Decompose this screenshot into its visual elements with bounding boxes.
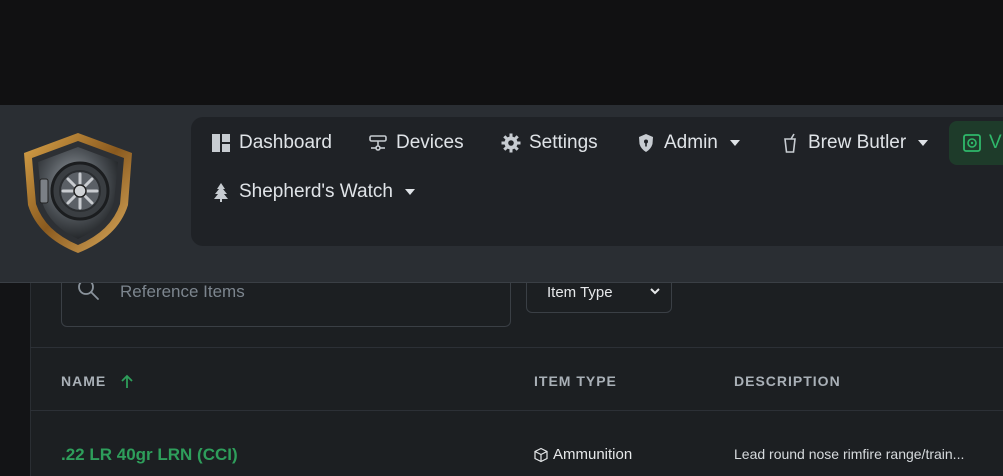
search-placeholder: Reference Items	[120, 282, 245, 301]
caret-down-icon	[918, 140, 929, 146]
column-header-description[interactable]: DESCRIPTION	[734, 373, 841, 389]
nav-vault-item[interactable]: V	[949, 121, 1003, 165]
caret-down-icon	[404, 189, 415, 195]
table-row: .22 LR 40gr LRN (CCI) Ammunition Lead ro…	[30, 411, 1003, 476]
dashboard-icon	[212, 134, 230, 152]
nav-brew-butler-label: Brew Butler	[808, 132, 907, 153]
left-gutter	[0, 250, 30, 476]
gear-icon	[501, 133, 521, 153]
devices-icon	[369, 135, 387, 151]
arrow-up-icon[interactable]	[121, 373, 133, 389]
row-description: Lead round nose rimfire range/train...	[734, 446, 965, 462]
cup-icon	[784, 133, 796, 153]
nav-shepherds-watch-label: Shepherd's Watch	[239, 181, 393, 202]
nav-brew-butler-dropdown[interactable]: Brew Butler	[780, 128, 929, 158]
nav-vault-label: V	[989, 132, 1002, 153]
tree-icon	[214, 183, 228, 202]
vault-shield-logo[interactable]	[14, 129, 142, 257]
column-header-name[interactable]: NAME	[61, 373, 106, 389]
nav-settings-label: Settings	[529, 132, 598, 153]
safe-icon	[963, 134, 981, 152]
table-header: NAME ITEM TYPE DESCRIPTION	[30, 347, 1003, 411]
row-item-type-label: Ammunition	[553, 446, 633, 463]
row-item-type: Ammunition	[533, 446, 632, 463]
nav-settings[interactable]: Settings	[501, 128, 598, 158]
row-name-link[interactable]: .22 LR 40gr LRN (CCI)	[61, 445, 238, 465]
nav-dashboard-label: Dashboard	[239, 132, 332, 153]
column-header-item-type[interactable]: ITEM TYPE	[534, 373, 617, 389]
top-header: Dashboard Devices Settings Admin Brew Bu…	[0, 105, 1003, 283]
main-nav: Dashboard Devices Settings Admin Brew Bu…	[191, 117, 1003, 246]
item-type-select-label: Item Type	[547, 284, 613, 301]
chevron-down-icon	[650, 288, 660, 295]
shield-icon	[639, 134, 653, 152]
nav-admin-dropdown[interactable]: Admin	[636, 128, 740, 158]
nav-devices[interactable]: Devices	[368, 128, 464, 158]
app-window: Reference Items Item Type NAME ITEM TYPE…	[0, 0, 1003, 476]
nav-devices-label: Devices	[396, 132, 464, 153]
caret-down-icon	[729, 140, 740, 146]
box-icon	[534, 447, 548, 462]
nav-shepherds-watch-dropdown[interactable]: Shepherd's Watch	[211, 177, 415, 207]
nav-admin-label: Admin	[664, 132, 718, 153]
nav-dashboard[interactable]: Dashboard	[211, 128, 332, 158]
